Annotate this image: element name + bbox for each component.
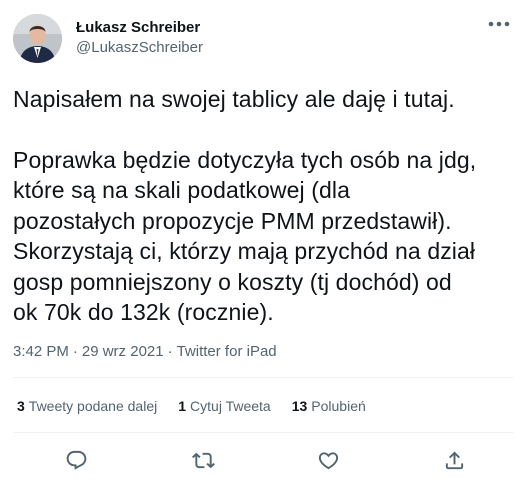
share-icon	[445, 450, 463, 469]
reply-button[interactable]	[63, 447, 89, 473]
tweet-text: Napisałem na swojej tablicy ale daję i t…	[13, 84, 514, 328]
retweets-label: Tweety podane dalej	[28, 398, 158, 414]
avatar[interactable]	[13, 13, 62, 63]
tweet-line: pozostałych propozycje PMM przedstawił).	[13, 207, 452, 234]
meta-separator: ·	[72, 343, 78, 360]
quotes-count: 1	[178, 398, 187, 414]
tweet-line: gosp pomniejszony o koszty (tj dochód) o…	[13, 268, 452, 295]
share-button[interactable]	[441, 447, 467, 473]
likes-stat[interactable]: 13 Polubień	[292, 396, 366, 416]
more-horizontal-icon	[488, 21, 510, 27]
tweet-detail: Łukasz Schreiber @LukaszSchreiber Napisa…	[0, 0, 527, 483]
reply-icon	[66, 450, 86, 470]
tweet-source[interactable]: Twitter for iPad	[177, 342, 277, 362]
author-handle[interactable]: @LukaszSchreiber	[76, 38, 203, 58]
retweet-icon	[191, 452, 215, 468]
quotes-stat[interactable]: 1 Cytuj Tweeta	[178, 396, 270, 416]
meta-separator: ·	[167, 343, 173, 360]
tweet-time[interactable]: 3:42 PM	[13, 342, 69, 362]
tweet-paragraph-1: Napisałem na swojej tablicy ale daję i t…	[13, 86, 455, 112]
heart-icon	[318, 451, 338, 469]
retweets-count: 3	[17, 398, 25, 414]
tweet-actions	[13, 447, 514, 473]
tweet-line: które są na skali podatkowej (dla	[13, 177, 350, 203]
retweets-stat[interactable]: 3 Tweety podane dalej	[17, 396, 157, 416]
author-display-name[interactable]: Łukasz Schreiber	[76, 18, 203, 38]
tweet-meta: 3:42 PM · 29 wrz 2021 · Twitter for iPad	[13, 342, 277, 362]
more-options-button[interactable]	[484, 14, 514, 34]
tweet-header: Łukasz Schreiber @LukaszSchreiber	[13, 12, 514, 64]
tweet-line: Skorzystają ci, którzy mają przychód na …	[13, 238, 476, 264]
author-names: Łukasz Schreiber @LukaszSchreiber	[76, 18, 203, 58]
quotes-label: Cytuj Tweeta	[190, 398, 271, 414]
tweet-line: Poprawka będzie dotyczyła tych osób na j…	[13, 146, 477, 173]
divider	[13, 377, 514, 378]
avatar-image	[13, 13, 62, 63]
tweet-stats: 3 Tweety podane dalej 1 Cytuj Tweeta 13 Pol…	[17, 396, 387, 416]
tweet-date[interactable]: 29 wrz 2021	[82, 342, 164, 362]
tweet-line: ok 70k do 132k (rocznie).	[13, 299, 274, 325]
likes-label: Polubień	[311, 398, 366, 414]
divider	[13, 432, 514, 433]
like-button[interactable]	[315, 447, 341, 473]
likes-count: 13	[291, 398, 308, 414]
retweet-button[interactable]	[190, 447, 216, 473]
